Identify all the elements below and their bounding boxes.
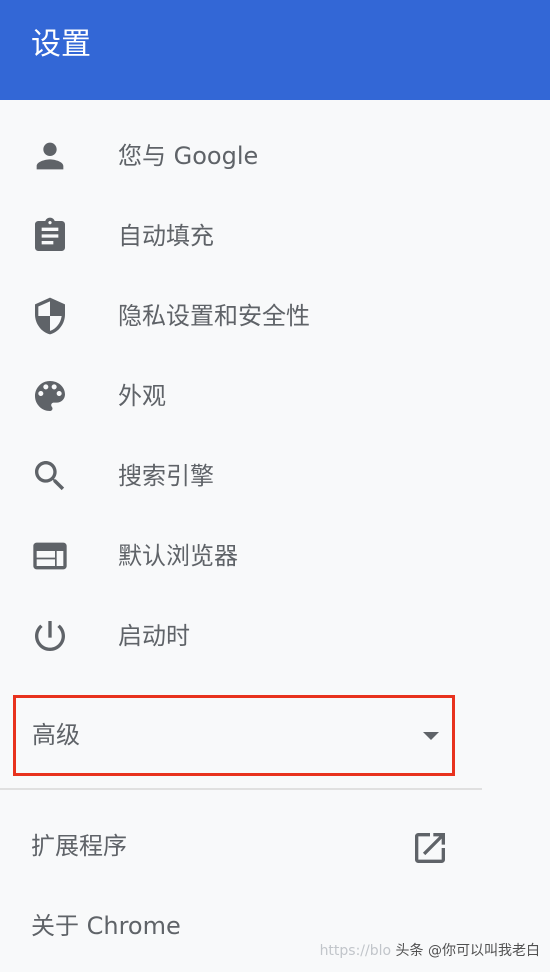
triangle-down-icon (423, 732, 439, 740)
watermark: https://blo 头条 @你可以叫我老白 (320, 942, 540, 960)
advanced-section-toggle[interactable]: 高级 (13, 695, 455, 776)
menu-item-search-engine[interactable]: 搜索引擎 (0, 436, 482, 516)
menu-item-label: 启动时 (118, 622, 190, 650)
menu-item-you-and-google[interactable]: 您与 Google (0, 116, 482, 196)
menu-item-default-browser[interactable]: 默认浏览器 (0, 516, 482, 596)
clipboard-icon (30, 216, 70, 256)
menu-item-label: 外观 (118, 382, 166, 410)
menu-item-label: 自动填充 (118, 222, 214, 250)
open-in-new-icon[interactable] (410, 828, 450, 868)
menu-item-on-startup[interactable]: 启动时 (0, 596, 482, 676)
watermark-text: 头条 @你可以叫我老白 (395, 943, 540, 959)
person-icon (30, 136, 70, 176)
palette-icon (30, 376, 70, 416)
power-icon (30, 616, 70, 656)
menu-item-extensions[interactable]: 扩展程序 (0, 806, 482, 886)
about-chrome-label: 关于 Chrome (31, 912, 181, 940)
app-header: 设置 (0, 0, 550, 100)
menu-item-label: 隐私设置和安全性 (118, 302, 310, 330)
search-icon (30, 456, 70, 496)
advanced-label: 高级 (32, 721, 80, 749)
watermark-url: https://blo (319, 943, 392, 959)
browser-window-icon (30, 536, 70, 576)
divider (0, 788, 482, 790)
menu-item-label: 搜索引擎 (118, 462, 214, 490)
extensions-label: 扩展程序 (31, 832, 127, 860)
menu-item-autofill[interactable]: 自动填充 (0, 196, 482, 276)
menu-item-label: 默认浏览器 (118, 542, 238, 570)
page-title: 设置 (31, 27, 91, 62)
menu-item-label: 您与 Google (118, 142, 259, 170)
shield-icon (30, 296, 70, 336)
menu-item-appearance[interactable]: 外观 (0, 356, 482, 436)
menu-item-privacy-security[interactable]: 隐私设置和安全性 (0, 276, 482, 356)
